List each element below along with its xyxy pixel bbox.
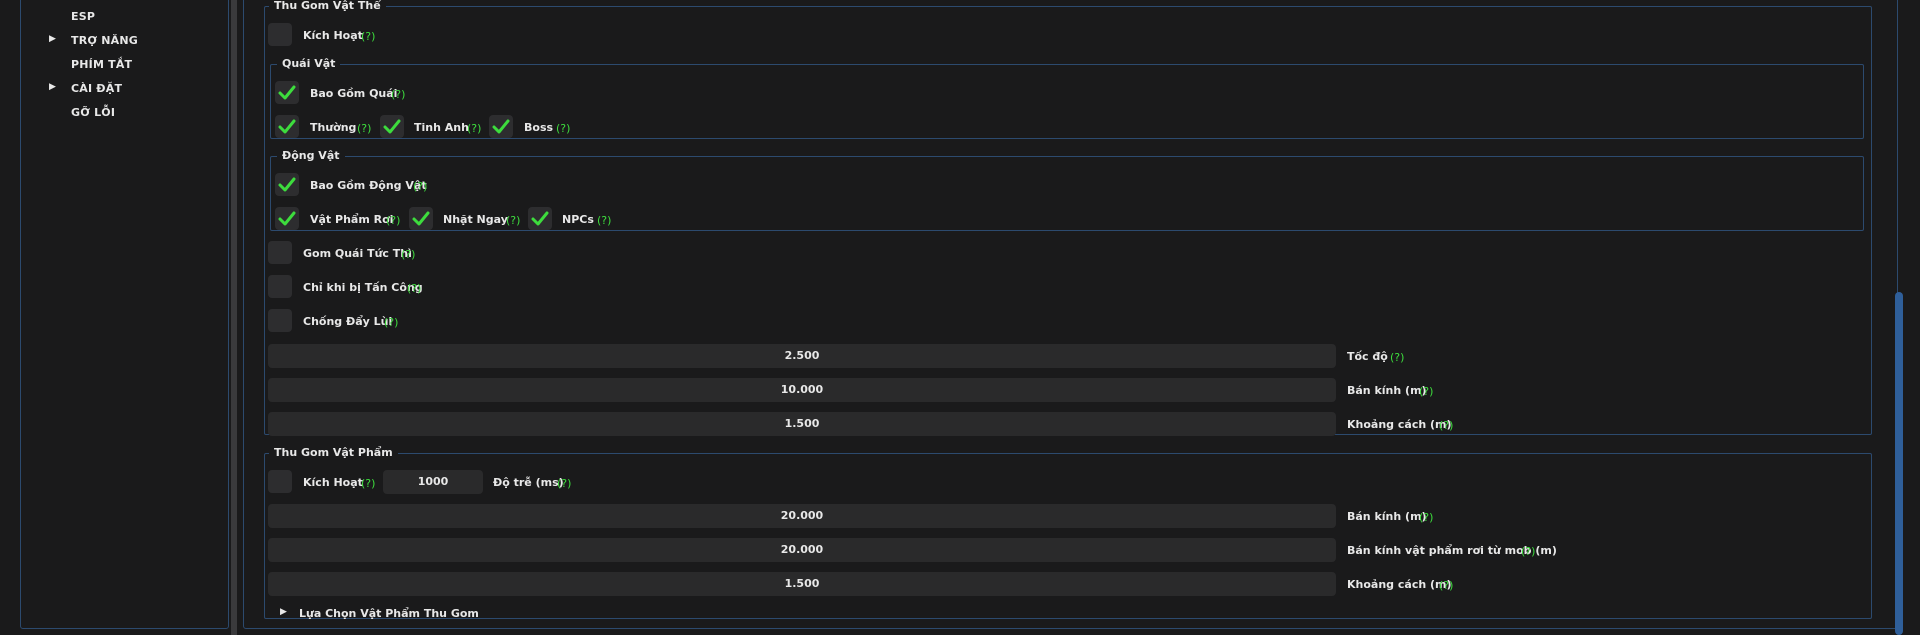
include-monsters-checkbox[interactable] — [275, 81, 299, 104]
checkmark-icon — [412, 211, 430, 226]
drops-checkbox[interactable] — [275, 207, 299, 230]
panel-splitter[interactable] — [231, 0, 237, 635]
sidebar-item-accessibility[interactable]: TRỢ NĂNG — [71, 34, 138, 47]
radius-slider[interactable]: 10.000 — [268, 378, 1336, 402]
item-distance-slider[interactable]: 1.500 — [268, 572, 1336, 596]
help-icon[interactable]: (?) — [1521, 545, 1535, 558]
elite-monsters-label: Tinh Anh — [414, 121, 469, 134]
normal-monsters-checkbox[interactable] — [275, 115, 299, 138]
include-animals-label: Bao Gồm Động Vật — [310, 179, 427, 192]
radius-label: Bán kính (m) — [1347, 384, 1427, 397]
help-icon[interactable]: (?) — [557, 477, 571, 490]
help-icon[interactable]: (?) — [1439, 579, 1453, 592]
expand-arrow-icon[interactable]: ▶ — [49, 34, 56, 44]
checkmark-icon — [278, 85, 296, 100]
anti-knockback-checkbox[interactable] — [268, 309, 292, 332]
vertical-scrollbar[interactable] — [1895, 292, 1903, 635]
boss-monsters-checkbox[interactable] — [489, 115, 513, 138]
help-icon[interactable]: (?) — [1439, 419, 1453, 432]
help-icon[interactable]: (?) — [1390, 351, 1404, 364]
help-icon[interactable]: (?) — [467, 122, 481, 135]
normal-monsters-label: Thường — [310, 121, 357, 134]
help-icon[interactable]: (?) — [413, 180, 427, 193]
item-radius-slider[interactable]: 20.000 — [268, 504, 1336, 528]
checkmark-icon — [531, 211, 549, 226]
expand-arrow-icon[interactable]: ▶ — [280, 607, 287, 617]
only-when-attacked-label: Chỉ khi bị Tấn Công — [303, 281, 423, 294]
pickup-label: Nhặt Ngay — [443, 213, 508, 226]
help-icon[interactable]: (?) — [1419, 511, 1433, 524]
help-icon[interactable]: (?) — [597, 214, 611, 227]
help-icon[interactable]: (?) — [391, 88, 405, 101]
item-radius-label: Bán kính (m) — [1347, 510, 1427, 523]
item-enable-label: Kích Hoạt — [303, 476, 363, 489]
delay-label: Độ trễ (ms) — [493, 476, 564, 489]
sidebar-item-settings[interactable]: CÀI ĐẶT — [71, 82, 122, 95]
group-title: Thu Gom Vật Thể — [269, 0, 386, 12]
mob-drop-radius-slider[interactable]: 20.000 — [268, 538, 1336, 562]
anti-knockback-label: Chống Đẩy Lùi — [303, 315, 393, 328]
entity-enable-label: Kích Hoạt — [303, 29, 363, 42]
only-when-attacked-checkbox[interactable] — [268, 275, 292, 298]
checkmark-icon — [492, 119, 510, 134]
include-monsters-label: Bao Gồm Quái — [310, 87, 398, 100]
npcs-label: NPCs — [562, 213, 594, 226]
drops-label: Vật Phẩm Rơi — [310, 213, 394, 226]
checkmark-icon — [278, 119, 296, 134]
item-distance-label: Khoảng cách (m) — [1347, 578, 1452, 591]
sidebar-tree: ESP ▶ TRỢ NĂNG PHÍM TẮT ▶ CÀI ĐẶT GỠ LỖI — [20, 0, 229, 629]
help-icon[interactable]: (?) — [556, 122, 570, 135]
checkmark-icon — [383, 119, 401, 134]
include-animals-checkbox[interactable] — [275, 173, 299, 196]
delay-input[interactable]: 1000 — [383, 470, 483, 494]
checkmark-icon — [278, 211, 296, 226]
expand-arrow-icon[interactable]: ▶ — [49, 82, 56, 92]
help-icon[interactable]: (?) — [407, 282, 421, 295]
npcs-checkbox[interactable] — [528, 207, 552, 230]
elite-monsters-checkbox[interactable] — [380, 115, 404, 138]
pickup-checkbox[interactable] — [409, 207, 433, 230]
item-enable-checkbox[interactable] — [268, 470, 292, 493]
select-items-tree-node[interactable]: Lựa Chọn Vật Phẩm Thu Gom — [299, 607, 479, 620]
instant-collect-checkbox[interactable] — [268, 241, 292, 264]
help-icon[interactable]: (?) — [361, 30, 375, 43]
distance-label: Khoảng cách (m) — [1347, 418, 1452, 431]
entity-enable-checkbox[interactable] — [268, 23, 292, 46]
group-title: Thu Gom Vật Phẩm — [269, 446, 398, 459]
sidebar-item-hotkeys[interactable]: PHÍM TẮT — [71, 58, 132, 71]
sidebar-item-debug[interactable]: GỠ LỖI — [71, 106, 115, 119]
help-icon[interactable]: (?) — [386, 214, 400, 227]
help-icon[interactable]: (?) — [1419, 385, 1433, 398]
help-icon[interactable]: (?) — [401, 248, 415, 261]
speed-slider[interactable]: 2.500 — [268, 344, 1336, 368]
help-icon[interactable]: (?) — [506, 214, 520, 227]
sidebar-item-esp[interactable]: ESP — [71, 10, 95, 23]
help-icon[interactable]: (?) — [384, 316, 398, 329]
help-icon[interactable]: (?) — [357, 122, 371, 135]
help-icon[interactable]: (?) — [361, 477, 375, 490]
speed-label: Tốc độ — [1347, 350, 1388, 363]
instant-collect-label: Gom Quái Tức Thì — [303, 247, 412, 260]
boss-monsters-label: Boss — [524, 121, 554, 134]
subgroup-title: Quái Vật — [277, 57, 341, 70]
checkmark-icon — [278, 177, 296, 192]
subgroup-title: Động Vật — [277, 149, 345, 162]
distance-slider[interactable]: 1.500 — [268, 412, 1336, 436]
